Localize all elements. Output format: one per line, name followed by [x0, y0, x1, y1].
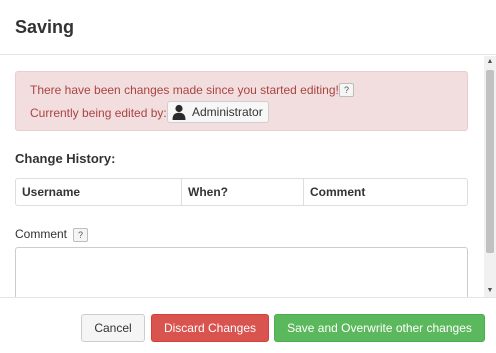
dialog-body: There have been changes made since you s…: [0, 56, 484, 297]
user-icon: [172, 104, 186, 120]
editing-user-badge: Administrator: [167, 101, 269, 123]
column-header-comment: Comment: [310, 185, 366, 199]
conflict-alert: There have been changes made since you s…: [15, 71, 468, 131]
scroll-up-arrow-icon[interactable]: ▲: [484, 56, 496, 68]
dialog-header: Saving: [0, 0, 496, 55]
alert-message: There have been changes made since you s…: [30, 83, 339, 97]
save-and-overwrite-button[interactable]: Save and Overwrite other changes: [274, 314, 485, 342]
comment-label: Comment: [15, 227, 68, 241]
editing-user-name: Administrator: [192, 105, 263, 119]
editing-label: Currently being edited by:: [30, 106, 167, 120]
dialog-title: Saving: [15, 17, 75, 37]
column-header-when: When?: [182, 179, 304, 205]
question-mark-icon[interactable]: ?: [73, 228, 88, 242]
change-history-title: Change History:: [15, 151, 116, 166]
saving-dialog: Saving There have been changes made sinc…: [0, 0, 496, 353]
discard-changes-button[interactable]: Discard Changes: [151, 314, 269, 342]
cancel-button[interactable]: Cancel: [81, 314, 145, 342]
dialog-footer: Cancel Discard Changes Save and Overwrit…: [0, 297, 496, 353]
comment-textarea[interactable]: [15, 247, 468, 297]
change-history-table: Username When? Comment: [15, 178, 468, 206]
body-scrollbar[interactable]: ▲ ▼: [484, 56, 496, 297]
question-mark-icon[interactable]: ?: [339, 83, 354, 97]
scroll-down-arrow-icon[interactable]: ▼: [484, 285, 496, 297]
column-header-username: Username: [16, 179, 182, 205]
scrollbar-thumb[interactable]: [486, 70, 494, 253]
